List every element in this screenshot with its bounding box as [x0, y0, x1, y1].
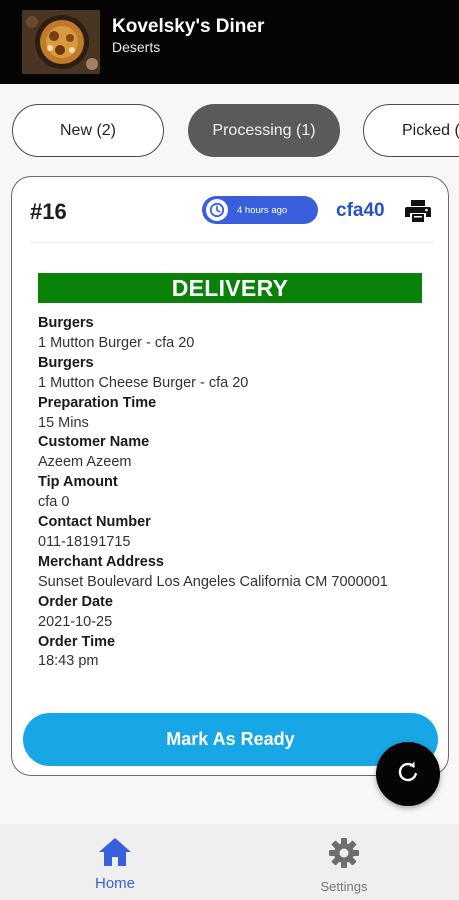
tab-new[interactable]: New (2): [12, 104, 164, 157]
home-icon: [97, 836, 133, 873]
gear-icon: [327, 836, 361, 875]
refresh-button[interactable]: [376, 742, 440, 806]
app-header: Kovelsky's Diner Deserts: [0, 0, 459, 84]
field-label-burgers: Burgers: [38, 315, 94, 331]
field-value-merchant-address: Sunset Boulevard Los Angeles California …: [38, 573, 388, 590]
field-label-customer-name: Customer Name: [38, 434, 150, 451]
field-label-preparation-time: Preparation Time: [38, 394, 157, 411]
field-value-tip-amount: cfa 0: [38, 494, 70, 511]
field-value-customer-name: Azeem Azeem: [38, 454, 132, 471]
order-card-header: #16 4 hours ago cfa40: [30, 177, 434, 243]
mark-as-ready-button[interactable]: Mark As Ready: [23, 713, 438, 766]
field-value-preparation-time: 15 Mins: [38, 414, 89, 431]
order-details: Burgers 1 Mutton Burger - cfa 20 Burgers…: [38, 314, 428, 672]
tab-processing[interactable]: Processing (1): [188, 104, 340, 157]
restaurant-name: Kovelsky's Diner: [112, 16, 265, 37]
field-value-contact-number: 011-18191715: [38, 533, 131, 550]
order-number: #16: [30, 199, 67, 224]
delivery-type-banner: DELIVERY: [38, 273, 422, 303]
field-value-order-time: 18:43 pm: [38, 653, 99, 670]
bottom-navigation: Home Settings: [0, 824, 459, 900]
field-label-contact-number: Contact Number: [38, 514, 151, 531]
field-label-burgers: Burgers: [38, 354, 94, 371]
field-label-order-time: Order Time: [38, 633, 116, 650]
restaurant-category: Deserts: [112, 39, 161, 55]
field-label-order-date: Order Date: [38, 593, 113, 610]
field-value-burger-item: 1 Mutton Cheese Burger - cfa 20: [38, 374, 249, 391]
nav-settings[interactable]: Settings: [284, 836, 404, 894]
order-card: #16 4 hours ago cfa40 DELIVERY Burgers 1…: [11, 176, 449, 776]
nav-home[interactable]: Home: [55, 836, 175, 892]
clock-icon: [206, 199, 228, 221]
time-ago-badge: 4 hours ago: [202, 196, 318, 224]
order-status-tabs: New (2) Processing (1) Picked (: [0, 84, 459, 170]
refresh-icon: [396, 760, 420, 789]
nav-home-label: Home: [94, 875, 135, 892]
field-label-tip-amount: Tip Amount: [38, 474, 118, 491]
restaurant-logo: [22, 10, 100, 74]
field-value-order-date: 2021-10-25: [38, 613, 113, 630]
time-ago-text: 4 hours ago: [237, 204, 288, 216]
field-label-merchant-address: Merchant Address: [38, 553, 164, 570]
order-amount: cfa40: [336, 200, 385, 221]
tab-picked[interactable]: Picked (: [363, 104, 459, 157]
field-value-burger-item: 1 Mutton Burger - cfa 20: [38, 334, 195, 351]
nav-settings-label: Settings: [320, 879, 368, 894]
print-icon[interactable]: [405, 199, 431, 223]
